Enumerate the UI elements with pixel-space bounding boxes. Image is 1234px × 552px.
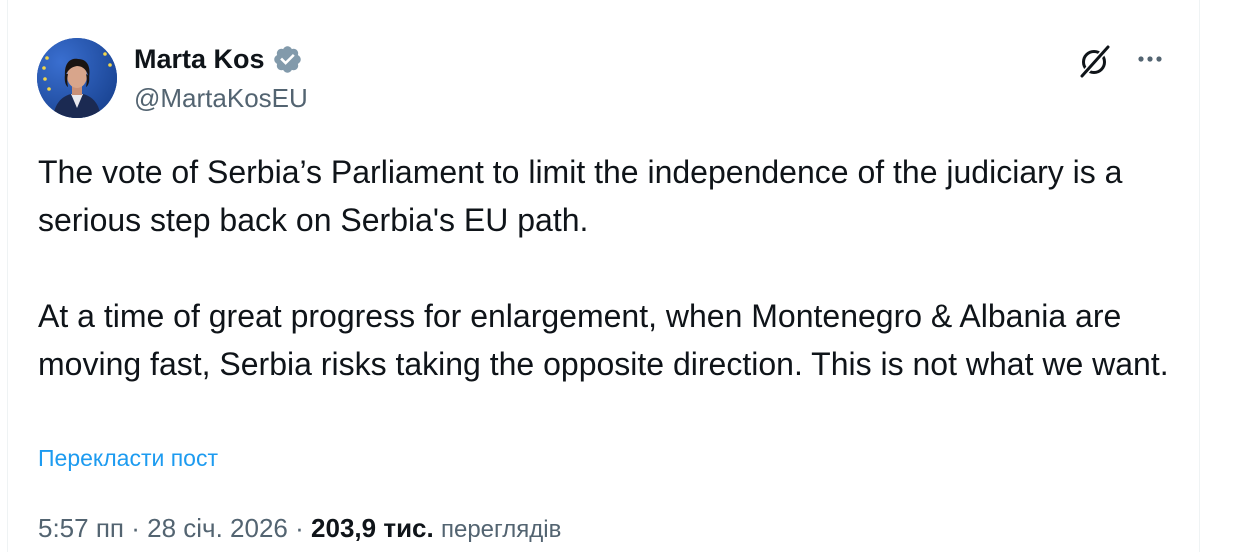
meta-separator: · [295,513,304,543]
tweet-meta: 5:57 пп · 28 січ. 2026 · 203,9 тис. пере… [38,510,561,548]
translate-post-link[interactable]: Перекласти пост [38,442,218,474]
avatar[interactable] [37,38,117,118]
author-name-row[interactable]: Marta Kos [134,40,303,78]
tweet-paragraph: The vote of Serbia’s Parliament to limit… [38,154,1123,238]
verified-badge-icon [273,45,301,73]
tweet-date[interactable]: 28 січ. 2026 [147,513,288,543]
views-count: 203,9 тис. [311,513,434,543]
tweet-paragraph: At a time of great progress for enlargem… [38,298,1169,382]
avatar-image [37,38,117,118]
card-right-border [1199,0,1200,552]
tweet-card: Marta Kos @MartaKosEU The vote of Serbia… [0,0,1234,552]
card-left-border [7,0,8,552]
author-name[interactable]: Marta Kos [134,44,265,75]
more-options-icon[interactable] [1132,44,1168,74]
meta-separator: · [131,513,140,543]
tweet-text: The vote of Serbia’s Parliament to limit… [38,148,1188,388]
grok-icon[interactable] [1076,42,1114,80]
author-handle[interactable]: @MartaKosEU [134,80,308,116]
tweet-time[interactable]: 5:57 пп [38,513,124,543]
views-label: переглядів [440,516,562,543]
